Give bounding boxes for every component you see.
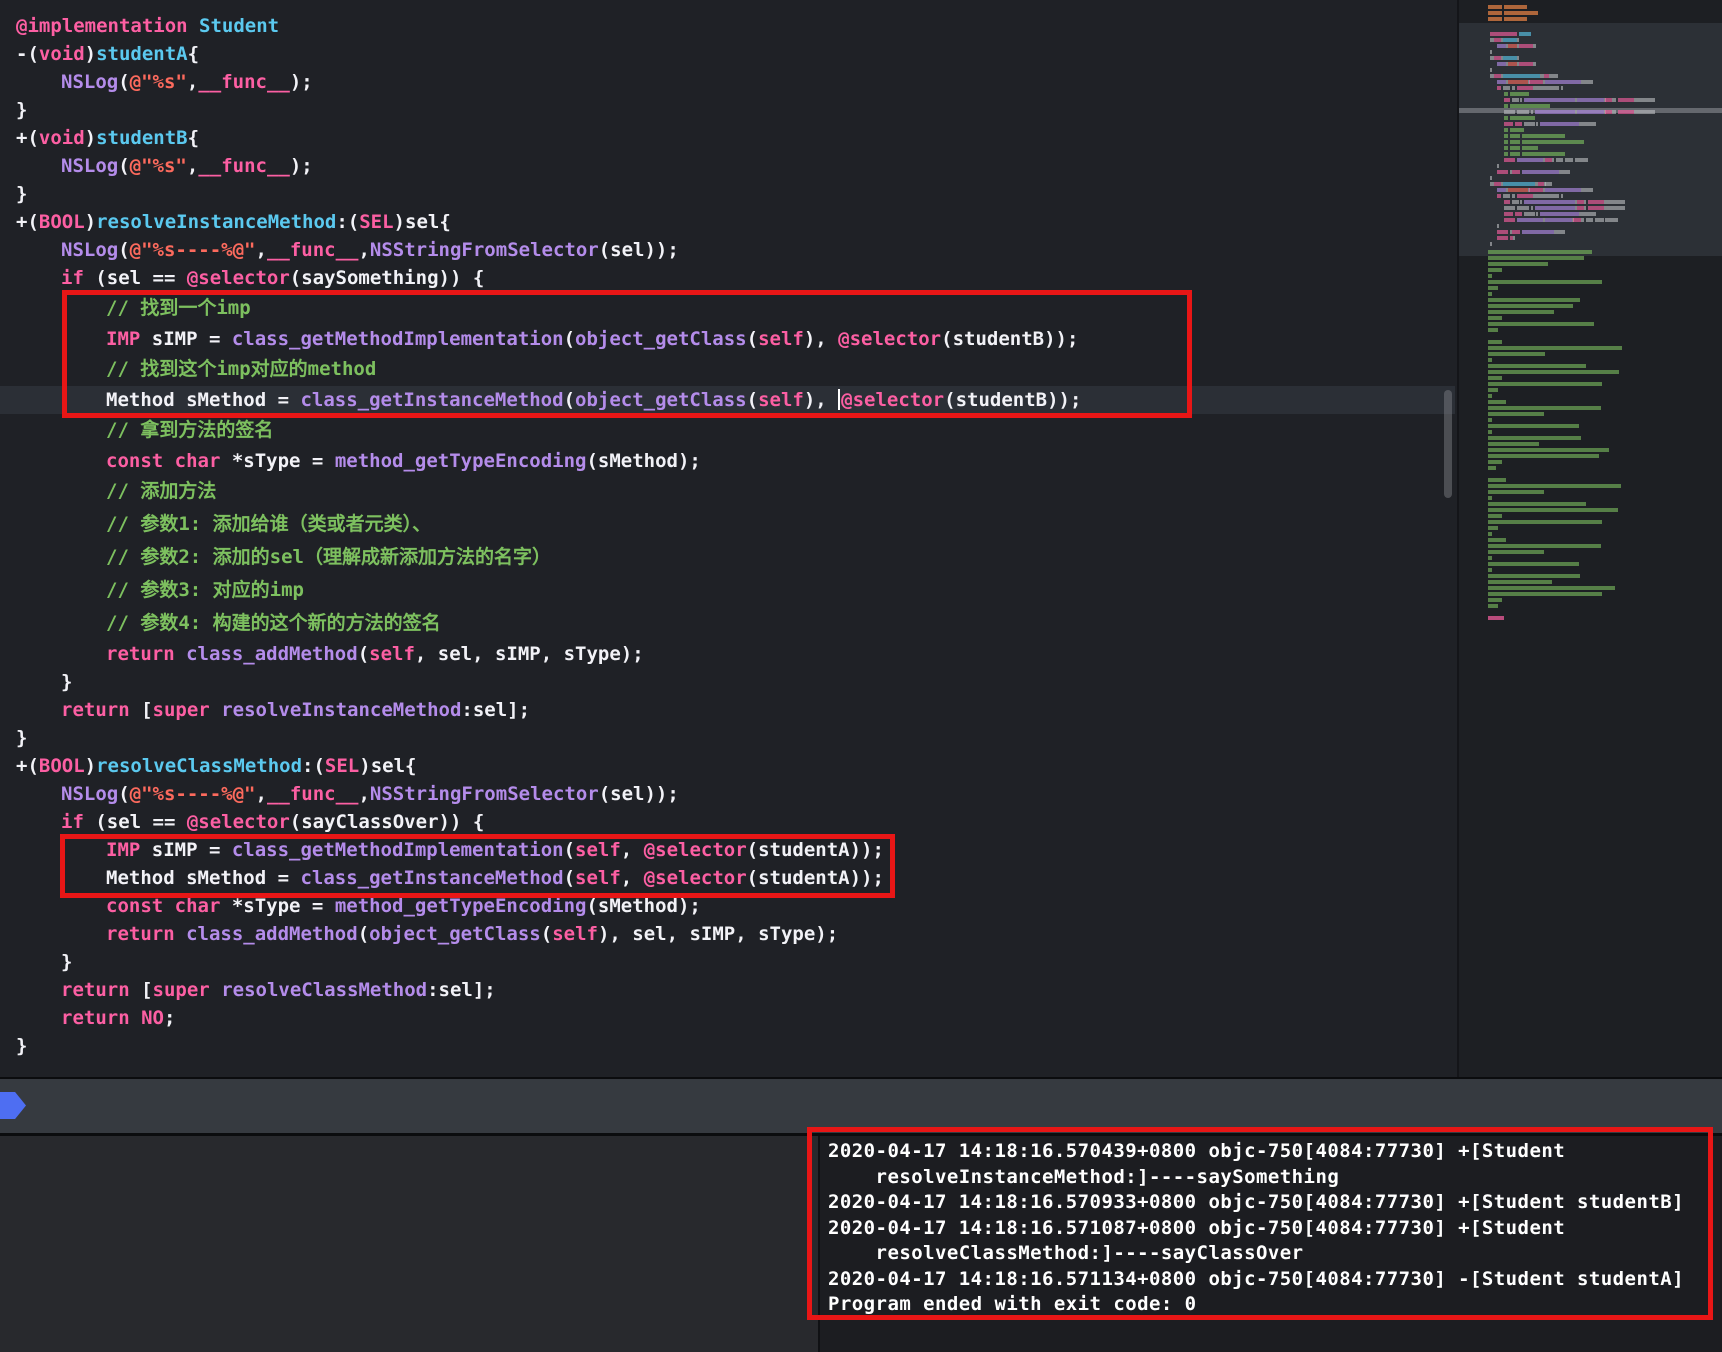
program-counter-arrow-icon[interactable] — [0, 1092, 26, 1119]
code-editor[interactable]: @implementation Student -(void)studentA{N… — [0, 0, 1455, 1077]
code-line[interactable]: } — [0, 180, 1455, 208]
code-line[interactable]: // 参数1: 添加给谁（类或者元类）、 — [0, 508, 1455, 541]
code-line[interactable]: // 参数3: 对应的imp — [0, 574, 1455, 607]
code-line[interactable]: } — [0, 948, 1455, 976]
code-line[interactable]: -(void)studentA{ — [0, 40, 1455, 68]
code-line[interactable]: } — [0, 724, 1455, 752]
code-line[interactable]: return class_addMethod(self, sel, sIMP, … — [0, 640, 1455, 668]
code-line[interactable]: // 参数4: 构建的这个新的方法的签名 — [0, 607, 1455, 640]
red-annotation-box — [60, 834, 895, 898]
code-line[interactable]: +(void)studentB{ — [0, 124, 1455, 152]
code-line[interactable]: // 添加方法 — [0, 475, 1455, 508]
code-line[interactable]: return class_addMethod(object_getClass(s… — [0, 920, 1455, 948]
code-line[interactable]: +(BOOL)resolveClassMethod:(SEL)sel{ — [0, 752, 1455, 780]
debug-bar[interactable] — [0, 1079, 1722, 1133]
code-line[interactable]: NSLog(@"%s",__func__); — [0, 68, 1455, 96]
code-line[interactable]: return NO; — [0, 1004, 1455, 1032]
code-line[interactable]: if (sel == @selector(sayClassOver)) { — [0, 808, 1455, 836]
code-line[interactable]: // 拿到方法的签名 — [0, 414, 1455, 447]
code-line[interactable]: return [super resolveClassMethod:sel]; — [0, 976, 1455, 1004]
red-annotation-box — [62, 290, 1192, 418]
minimap[interactable] — [1457, 0, 1722, 1077]
code-line[interactable]: @implementation Student — [0, 12, 1455, 40]
code-line[interactable]: return [super resolveInstanceMethod:sel]… — [0, 696, 1455, 724]
code-line[interactable]: NSLog(@"%s----%@",__func__,NSStringFromS… — [0, 780, 1455, 808]
code-line[interactable]: } — [0, 96, 1455, 124]
xcode-window: @implementation Student -(void)studentA{N… — [0, 0, 1722, 1352]
variables-pane[interactable] — [0, 1136, 818, 1352]
editor-scrollbar-thumb[interactable] — [1444, 390, 1452, 498]
code-line[interactable]: // 参数2: 添加的sel（理解成新添加方法的名字） — [0, 541, 1455, 574]
code-line[interactable]: if (sel == @selector(saySomething)) { — [0, 264, 1455, 292]
code-line[interactable]: } — [0, 668, 1455, 696]
red-annotation-box — [807, 1127, 1713, 1320]
code-line[interactable]: NSLog(@"%s----%@",__func__,NSStringFromS… — [0, 236, 1455, 264]
code-line[interactable]: const char *sType = method_getTypeEncodi… — [0, 447, 1455, 475]
code-line[interactable]: } — [0, 1032, 1455, 1060]
code-line[interactable]: NSLog(@"%s",__func__); — [0, 152, 1455, 180]
code-line[interactable]: +(BOOL)resolveInstanceMethod:(SEL)sel{ — [0, 208, 1455, 236]
